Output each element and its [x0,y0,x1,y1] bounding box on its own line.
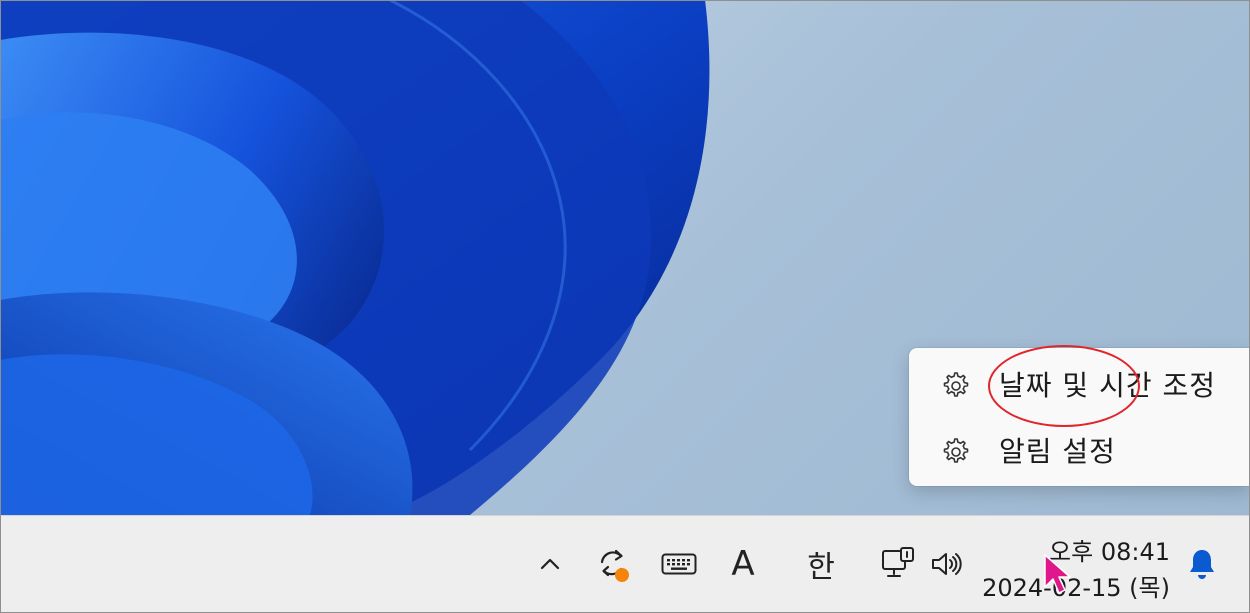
menu-item-notification-settings[interactable]: 알림 설정 [909,427,1250,477]
network-button[interactable] [876,516,920,612]
menu-item-label: 알림 설정 [999,435,1116,468]
input-mode-alpha-label: A [731,544,755,584]
gear-icon [940,436,972,468]
clock-date: 2024-02-15 (목) [982,574,1170,602]
sync-tray-button[interactable] [591,516,635,612]
chevron-up-icon [540,558,560,570]
volume-button[interactable] [927,516,967,612]
keyboard-icon [661,553,697,575]
ime-hangul-label: 한 [807,550,835,585]
touch-keyboard-button[interactable] [658,516,700,612]
menu-item-label: 날짜 및 시간 조정 [999,369,1217,402]
input-mode-alpha-button[interactable]: A [722,516,764,612]
desktop-screen: 날짜 및 시간 조정 알림 설정 A 한 오후 08:41 2024-02-15… [0,0,1250,613]
network-icon [882,547,914,577]
taskbar-clock[interactable]: 오후 08:41 2024-02-15 (목) [982,526,1180,606]
sync-badge-dot [615,568,629,582]
speaker-icon [932,553,962,575]
tray-context-menu: 날짜 및 시간 조정 알림 설정 [909,348,1250,486]
ime-hangul-button[interactable]: 한 [800,516,842,612]
bell-icon [1190,550,1214,579]
menu-item-adjust-date-time[interactable]: 날짜 및 시간 조정 [909,361,1250,411]
clock-time: 오후 08:41 [1049,538,1170,566]
notifications-button[interactable] [1180,516,1224,612]
taskbar: A 한 오후 08:41 2024-02-15 (목) [0,515,1250,613]
gear-icon [940,370,972,402]
show-hidden-icons-button[interactable] [532,516,568,612]
sync-icon [600,549,629,582]
